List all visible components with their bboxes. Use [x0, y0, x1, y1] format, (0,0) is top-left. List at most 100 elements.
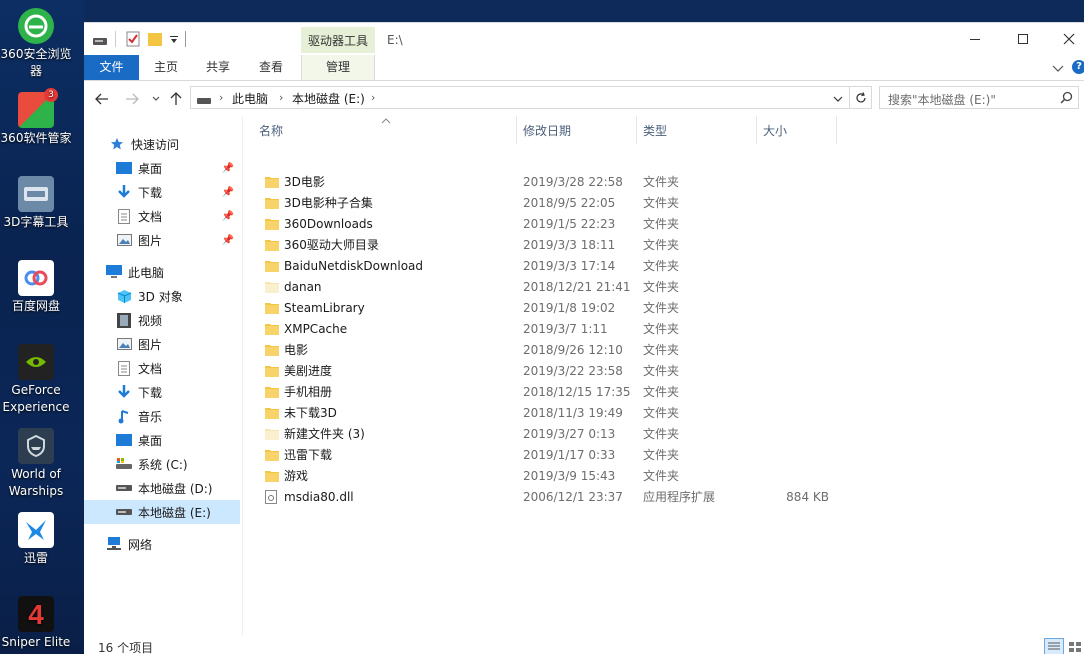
file-type: 文件夹 — [643, 385, 680, 399]
pin-icon[interactable]: 📌 — [222, 235, 234, 246]
address-history-dropdown[interactable] — [833, 92, 843, 106]
software-manager-icon: 3 — [18, 88, 58, 128]
desktop-icon-sniper-elite[interactable]: 4 Sniper Elite — [0, 596, 72, 651]
large-icons-view-icon — [1069, 641, 1081, 652]
nav-documents[interactable]: 文档 — [84, 356, 240, 380]
forward-button[interactable] — [123, 90, 141, 108]
nav-quick-access[interactable]: 快速访问 — [84, 132, 240, 156]
table-row[interactable]: 3D电影种子合集 2018/9/5 22:05 文件夹 — [243, 193, 1084, 214]
nav-label: 本地磁盘 (E:) — [138, 505, 211, 520]
desktop-icon-baidu-pan[interactable]: 百度网盘 — [0, 260, 72, 315]
breadcrumb-separator-icon[interactable]: › — [371, 91, 375, 104]
nav-label: 网络 — [128, 537, 153, 552]
cube-icon — [116, 288, 132, 304]
tab-manage[interactable]: 管理 — [301, 55, 375, 80]
table-row[interactable]: 360Downloads 2019/1/5 22:23 文件夹 — [243, 214, 1084, 235]
forward-arrow-icon — [126, 93, 139, 105]
nav-desktop[interactable]: 桌面 — [84, 428, 240, 452]
table-row[interactable]: SteamLibrary 2019/1/8 19:02 文件夹 — [243, 298, 1084, 319]
picture-icon — [116, 336, 132, 352]
nav-this-pc[interactable]: 此电脑 — [84, 260, 240, 284]
nav-network[interactable]: 网络 — [84, 532, 240, 556]
download-icon — [116, 384, 132, 400]
desktop-icon-360-browser[interactable]: 360安全浏览 器 — [0, 8, 72, 80]
pin-icon[interactable]: 📌 — [222, 163, 234, 174]
expand-ribbon-icon[interactable] — [1052, 62, 1064, 76]
up-button[interactable] — [167, 90, 185, 108]
file-type: 文件夹 — [643, 259, 680, 273]
desktop-icon-world-of-warships[interactable]: World of Warships — [0, 428, 72, 500]
nav-quick-pictures[interactable]: 图片 📌 — [84, 228, 240, 252]
drive-tools-context-tab[interactable]: 驱动器工具 — [301, 27, 375, 53]
desktop-icon-geforce[interactable]: GeForce Experience — [0, 344, 72, 416]
search-input[interactable]: 搜索"本地磁盘 (E:)" — [888, 91, 996, 108]
file-name: danan — [284, 280, 322, 294]
breadcrumb-this-pc[interactable]: 此电脑 — [232, 90, 268, 107]
breadcrumb-drive-e[interactable]: 本地磁盘 (E:) — [292, 90, 365, 107]
column-header-size[interactable]: 大小 — [757, 116, 837, 144]
details-view-button[interactable] — [1044, 638, 1064, 654]
network-icon — [106, 536, 122, 552]
back-arrow-icon — [95, 93, 108, 105]
close-button[interactable] — [1046, 23, 1084, 55]
column-header-type[interactable]: 类型 — [637, 116, 757, 144]
back-button[interactable] — [93, 90, 111, 108]
new-folder-icon[interactable] — [148, 31, 162, 47]
breadcrumb-separator-icon[interactable]: › — [219, 91, 223, 104]
desktop-icon-360-software[interactable]: 3 360软件管家 — [0, 88, 72, 147]
refresh-button[interactable] — [850, 86, 872, 109]
search-box[interactable]: 搜索"本地磁盘 (E:)" — [879, 86, 1079, 109]
tab-file[interactable]: 文件 — [84, 55, 139, 80]
column-header-date[interactable]: 修改日期 — [517, 116, 637, 144]
search-icon[interactable] — [1060, 91, 1073, 107]
desktop-icon-3d-subtitle[interactable]: 3D字幕工具 — [0, 176, 72, 231]
maximize-button[interactable] — [1000, 23, 1046, 55]
nav-music[interactable]: 音乐 — [84, 404, 240, 428]
drive-icon — [116, 480, 132, 496]
nav-quick-documents[interactable]: 文档 📌 — [84, 204, 240, 228]
customize-toolbar-icon[interactable] — [169, 34, 179, 50]
table-row[interactable]: 3D电影 2019/3/28 22:58 文件夹 — [243, 172, 1084, 193]
desktop-icon-xunlei[interactable]: 迅雷 — [0, 512, 72, 567]
address-bar[interactable]: › 此电脑 › 本地磁盘 (E:) › — [190, 86, 850, 109]
table-row[interactable]: danan 2018/12/21 21:41 文件夹 — [243, 277, 1084, 298]
nav-videos[interactable]: 视频 — [84, 308, 240, 332]
folder-icon — [265, 427, 279, 441]
table-row[interactable]: 游戏 2019/3/9 15:43 文件夹 — [243, 466, 1084, 487]
table-row[interactable]: 新建文件夹 (3) 2019/3/27 0:13 文件夹 — [243, 424, 1084, 445]
folder-icon — [265, 217, 279, 231]
drive-icon — [93, 35, 107, 51]
minimize-button[interactable] — [952, 23, 998, 55]
nav-drive-d[interactable]: 本地磁盘 (D:) — [84, 476, 240, 500]
nav-drive-e[interactable]: 本地磁盘 (E:) — [84, 500, 240, 524]
table-row[interactable]: msdia80.dll 2006/12/1 23:37 应用程序扩展 884 KB — [243, 487, 1084, 508]
table-row[interactable]: 美剧进度 2019/3/22 23:58 文件夹 — [243, 361, 1084, 382]
table-row[interactable]: XMPCache 2019/3/7 1:11 文件夹 — [243, 319, 1084, 340]
nav-label: 本地磁盘 (D:) — [138, 481, 213, 496]
table-row[interactable]: 未下载3D 2018/11/3 19:49 文件夹 — [243, 403, 1084, 424]
file-date: 2019/3/7 1:11 — [523, 322, 608, 336]
breadcrumb-separator-icon[interactable]: › — [279, 91, 283, 104]
table-row[interactable]: 电影 2018/9/26 12:10 文件夹 — [243, 340, 1084, 361]
properties-icon[interactable] — [126, 31, 140, 47]
file-date: 2019/3/3 17:14 — [523, 259, 616, 273]
nav-pictures[interactable]: 图片 — [84, 332, 240, 356]
tab-share[interactable]: 共享 — [195, 55, 241, 80]
table-row[interactable]: 手机相册 2018/12/15 17:35 文件夹 — [243, 382, 1084, 403]
table-row[interactable]: BaiduNetdiskDownload 2019/3/3 17:14 文件夹 — [243, 256, 1084, 277]
tab-home[interactable]: 主页 — [143, 55, 189, 80]
nav-label: 桌面 — [138, 161, 163, 176]
nav-quick-desktop[interactable]: 桌面 📌 — [84, 156, 240, 180]
pin-icon[interactable]: 📌 — [222, 187, 234, 198]
table-row[interactable]: 迅雷下载 2019/1/17 0:33 文件夹 — [243, 445, 1084, 466]
nav-3d-objects[interactable]: 3D 对象 — [84, 284, 240, 308]
table-row[interactable]: 360驱动大师目录 2019/3/3 18:11 文件夹 — [243, 235, 1084, 256]
tab-view[interactable]: 查看 — [248, 55, 294, 80]
help-icon[interactable]: ? — [1072, 60, 1084, 74]
large-icons-view-button[interactable] — [1066, 638, 1084, 654]
pin-icon[interactable]: 📌 — [222, 211, 234, 222]
nav-quick-downloads[interactable]: 下载 📌 — [84, 180, 240, 204]
recent-locations-button[interactable] — [147, 90, 165, 108]
nav-drive-c[interactable]: 系统 (C:) — [84, 452, 240, 476]
nav-downloads[interactable]: 下载 — [84, 380, 240, 404]
